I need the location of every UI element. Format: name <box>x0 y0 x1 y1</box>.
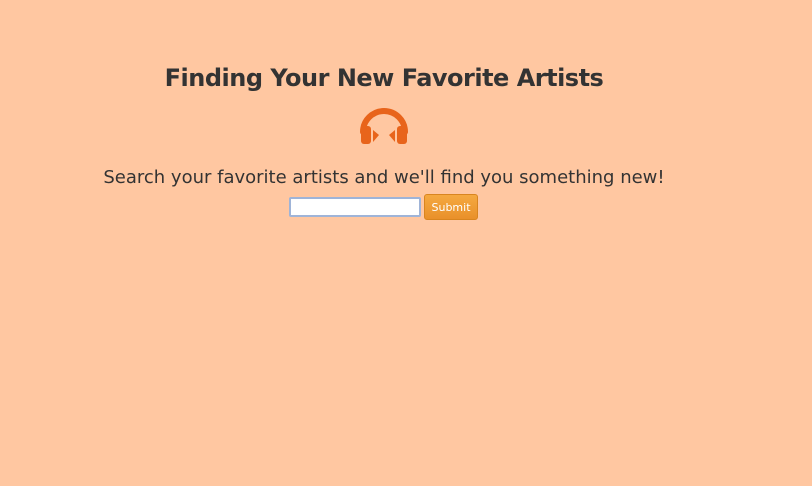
search-form: Submit <box>289 194 478 220</box>
submit-button[interactable]: Submit <box>424 194 478 220</box>
page-subtitle: Search your favorite artists and we'll f… <box>103 167 665 188</box>
page: Finding Your New Favorite Artists Search… <box>0 0 812 486</box>
search-input[interactable] <box>289 197 421 217</box>
page-title: Finding Your New Favorite Artists <box>164 64 604 92</box>
headphones-icon <box>360 108 408 144</box>
